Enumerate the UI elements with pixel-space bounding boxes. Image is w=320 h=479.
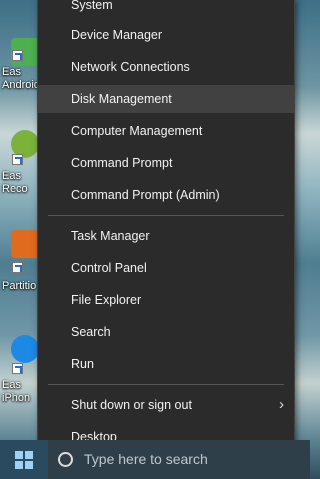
menu-item-command-prompt[interactable]: Command Prompt	[38, 149, 294, 177]
menu-item-shut-down-or-sign-out[interactable]: Shut down or sign out ›	[38, 391, 294, 419]
icon-label: Android	[2, 79, 40, 91]
taskbar-search-box[interactable]: Type here to search	[48, 440, 310, 479]
icon-label: Reco	[2, 183, 28, 195]
shortcut-arrow-icon	[12, 154, 23, 165]
menu-item-computer-management[interactable]: Computer Management	[38, 117, 294, 145]
start-button[interactable]	[0, 440, 48, 479]
menu-item-search[interactable]: Search	[38, 318, 294, 346]
shortcut-arrow-icon	[12, 50, 23, 61]
icon-label: Eas	[2, 170, 21, 182]
icon-label: iPhon	[2, 392, 31, 404]
shortcut-arrow-icon	[12, 363, 23, 374]
shortcut-arrow-icon	[12, 262, 23, 273]
windows-logo-icon	[15, 451, 33, 469]
winx-context-menu: System Device Manager Network Connection…	[37, 0, 295, 460]
app-icon	[11, 230, 39, 258]
menu-item-device-manager[interactable]: Device Manager	[38, 21, 294, 49]
cortana-circle-icon	[58, 452, 73, 467]
chevron-right-icon: ›	[279, 396, 284, 413]
menu-separator	[48, 215, 284, 216]
search-placeholder: Type here to search	[84, 451, 208, 467]
taskbar: Type here to search	[0, 440, 310, 479]
menu-item-command-prompt-admin[interactable]: Command Prompt (Admin)	[38, 181, 294, 209]
menu-item-disk-management[interactable]: Disk Management	[38, 85, 294, 113]
menu-item-system[interactable]: System	[38, 0, 294, 19]
icon-label: Eas	[2, 66, 21, 78]
menu-item-task-manager[interactable]: Task Manager	[38, 222, 294, 250]
menu-separator	[48, 384, 284, 385]
app-icon	[11, 335, 39, 363]
menu-item-control-panel[interactable]: Control Panel	[38, 254, 294, 282]
menu-item-file-explorer[interactable]: File Explorer	[38, 286, 294, 314]
menu-item-network-connections[interactable]: Network Connections	[38, 53, 294, 81]
icon-label: Partitio	[2, 280, 37, 292]
desktop-icons: Eas Android Eas Reco Partitio Eas iPhon	[0, 0, 40, 440]
menu-item-run[interactable]: Run	[38, 350, 294, 378]
icon-label: Eas	[2, 379, 21, 391]
